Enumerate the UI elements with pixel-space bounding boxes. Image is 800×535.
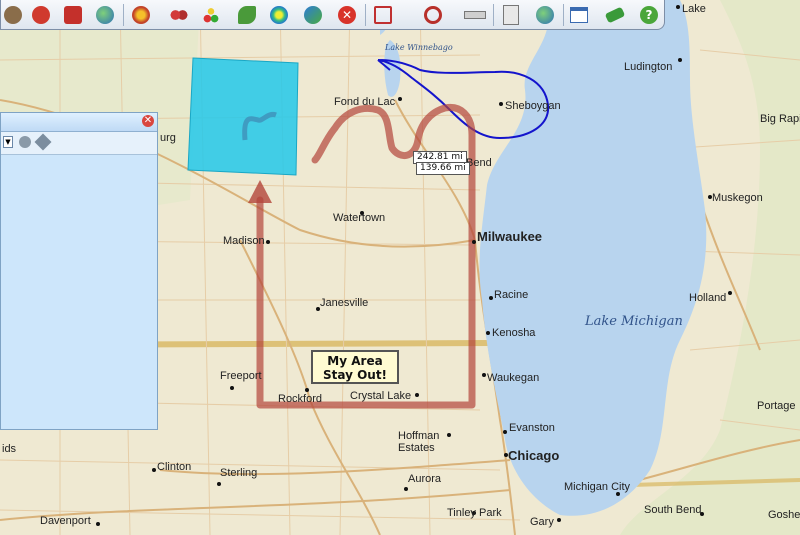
label-sheboygan: Sheboygan bbox=[505, 100, 561, 112]
label-waukegan: Waukegan bbox=[487, 372, 540, 384]
label-crystal-lake: Crystal Lake bbox=[350, 390, 412, 402]
help-icon[interactable]: ? bbox=[637, 3, 661, 27]
label-janesville: Janesville bbox=[320, 297, 369, 309]
panel-close-icon[interactable]: ✕ bbox=[142, 115, 154, 127]
cluster-icon[interactable] bbox=[301, 3, 325, 27]
label-davenport: Davenport bbox=[40, 515, 91, 527]
label-lake-michigan: Lake Michigan bbox=[585, 314, 683, 329]
radar-icon[interactable] bbox=[267, 3, 291, 27]
city-dot-aurora bbox=[404, 487, 408, 491]
main-toolbar: ✕ ? bbox=[0, 0, 665, 30]
label-freeport: Freeport bbox=[220, 370, 262, 382]
city-dot-rockford bbox=[305, 388, 309, 392]
label-bend: Bend bbox=[466, 157, 492, 169]
label-big-rapids: Big Rapi bbox=[760, 113, 800, 125]
label-goshen: Goshe bbox=[768, 509, 800, 521]
multi-dot-icon[interactable] bbox=[199, 3, 223, 27]
city-dot-sterling bbox=[217, 482, 221, 486]
label-aurora: Aurora bbox=[408, 473, 442, 485]
puzzle-icon[interactable] bbox=[61, 3, 85, 27]
city-dot-gary bbox=[557, 518, 561, 522]
globe-icon[interactable] bbox=[93, 3, 117, 27]
label-lake-winnebago: Lake Winnebago bbox=[385, 43, 453, 52]
panel-toolbar: ▼ bbox=[1, 132, 157, 155]
city-dot-lake bbox=[676, 5, 680, 9]
area-callout[interactable]: My Area Stay Out! bbox=[311, 350, 399, 384]
city-dot-davenport bbox=[96, 522, 100, 526]
panel-title-bar[interactable]: ✕ bbox=[1, 113, 157, 132]
city-dot-clinton bbox=[152, 468, 156, 472]
label-kenosha: Kenosha bbox=[492, 327, 536, 339]
measure-distance2-label: 139.66 mi bbox=[416, 162, 470, 175]
ruler-icon[interactable] bbox=[463, 3, 487, 27]
label-madison: Madison bbox=[223, 235, 265, 247]
add-pin-icon[interactable] bbox=[29, 3, 53, 27]
callout-line1: My Area bbox=[327, 354, 383, 368]
label-muskegon: Muskegon bbox=[712, 192, 763, 204]
circles-icon[interactable] bbox=[167, 3, 191, 27]
label-milwaukee: Milwaukee bbox=[477, 229, 543, 244]
label-chicago: Chicago bbox=[508, 448, 560, 463]
city-dot-sheboygan bbox=[499, 102, 503, 106]
label-watertown: Watertown bbox=[333, 212, 386, 224]
city-dot-holland bbox=[728, 291, 732, 295]
save-globe-icon[interactable] bbox=[533, 3, 557, 27]
label-south-bend: South Bend bbox=[644, 504, 702, 516]
panel-dropdown-icon[interactable]: ▼ bbox=[3, 136, 13, 148]
document-icon[interactable] bbox=[499, 3, 523, 27]
label-burg: urg bbox=[160, 132, 176, 144]
target-icon[interactable] bbox=[129, 3, 153, 27]
label-portage: Portage bbox=[757, 400, 796, 412]
person-icon[interactable] bbox=[1, 3, 25, 27]
callout-line2: Stay Out! bbox=[322, 368, 388, 382]
city-dot-freeport bbox=[230, 386, 234, 390]
label-lake: Lake bbox=[682, 3, 706, 15]
side-panel[interactable]: ✕ ▼ bbox=[0, 112, 158, 430]
city-dot-madison bbox=[266, 240, 270, 244]
city-dot-kenosha bbox=[486, 331, 490, 335]
cyan-area-polygon[interactable] bbox=[187, 57, 299, 176]
label-fond-du-lac: Fond du Lac bbox=[334, 96, 396, 108]
label-ids: ids bbox=[2, 443, 17, 455]
leaf-icon[interactable] bbox=[235, 3, 259, 27]
label-gary: Gary bbox=[530, 516, 554, 528]
city-dot-evanston bbox=[503, 430, 507, 434]
delete-icon[interactable]: ✕ bbox=[335, 3, 359, 27]
calendar-icon[interactable] bbox=[567, 3, 591, 27]
panel-settings-icon[interactable] bbox=[19, 136, 31, 148]
panel-tools-icon[interactable] bbox=[34, 133, 52, 151]
city-dot-ludington bbox=[678, 58, 682, 62]
label-evanston: Evanston bbox=[509, 422, 555, 434]
label-hoffman-estates: Hoffman Estates bbox=[398, 430, 440, 454]
label-tinley-park: Tinley Park bbox=[447, 507, 502, 519]
label-ludington: Ludington bbox=[624, 61, 673, 73]
eraser-icon[interactable] bbox=[603, 3, 627, 27]
label-clinton: Clinton bbox=[157, 461, 192, 473]
city-dot-waukegan bbox=[482, 373, 486, 377]
polygon-icon[interactable] bbox=[421, 3, 445, 27]
label-holland: Holland bbox=[689, 292, 727, 304]
city-dot-milwaukee bbox=[472, 240, 476, 244]
label-sterling: Sterling bbox=[220, 467, 258, 479]
panel-body bbox=[1, 155, 157, 429]
label-racine: Racine bbox=[494, 289, 529, 301]
route-icon[interactable] bbox=[371, 3, 395, 27]
city-dot-racine bbox=[489, 296, 493, 300]
label-michigan-city: Michigan City bbox=[564, 481, 631, 493]
label-rockford: Rockford bbox=[278, 393, 323, 405]
city-dot-fond-du-lac bbox=[398, 97, 402, 101]
city-dot-crystal-lake bbox=[415, 393, 419, 397]
